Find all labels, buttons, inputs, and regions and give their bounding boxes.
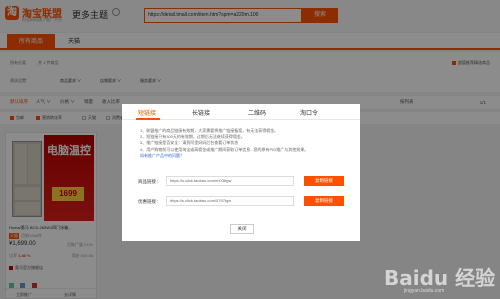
baidu-watermark: Baidu 经验 jingyan.baidu.com	[384, 262, 496, 296]
active-tab-indicator	[136, 118, 160, 120]
watermark-logo: Baidu 经验	[384, 266, 496, 290]
watermark-url: jingyan.baidu.com	[404, 288, 445, 294]
tab-long-link[interactable]: 长链接	[192, 108, 210, 117]
product-link-label: 商品链接：	[138, 179, 161, 184]
dialog-notes: 1、联盟推广的商品链接有效期，大家需要将推广链接备案，有无法获得佣金。 2、短链…	[140, 128, 350, 159]
tab-taokouling[interactable]: 淘口令	[300, 108, 318, 117]
close-button[interactable]: 关闭	[230, 224, 254, 234]
coupon-link-field[interactable]: https://s.click.taobao.com/0797tgw	[166, 196, 294, 206]
help-link[interactable]: 如有推广产品中的问题？	[140, 153, 350, 159]
app-page: 淘 淘宝联盟 阿里妈妈旗下推广平台 更多主题 https://detail.tm…	[0, 0, 500, 299]
tab-short-link[interactable]: 短链接	[138, 108, 156, 117]
product-link-field[interactable]: https://s.click.taobao.com/rHX8tgw	[166, 176, 294, 186]
tab-qr-code[interactable]: 二维码	[248, 108, 266, 117]
promotion-link-dialog: 短链接 长链接 二维码 淘口令 1、联盟推广的商品链接有效期，大家需要将推广链接…	[122, 104, 360, 241]
copy-coupon-link-button[interactable]: 复制链接	[304, 196, 344, 206]
coupon-link-label: 优惠链接：	[138, 199, 161, 204]
dialog-tabs: 短链接 长链接 二维码 淘口令	[122, 104, 360, 120]
copy-product-link-button[interactable]: 复制链接	[304, 176, 344, 186]
